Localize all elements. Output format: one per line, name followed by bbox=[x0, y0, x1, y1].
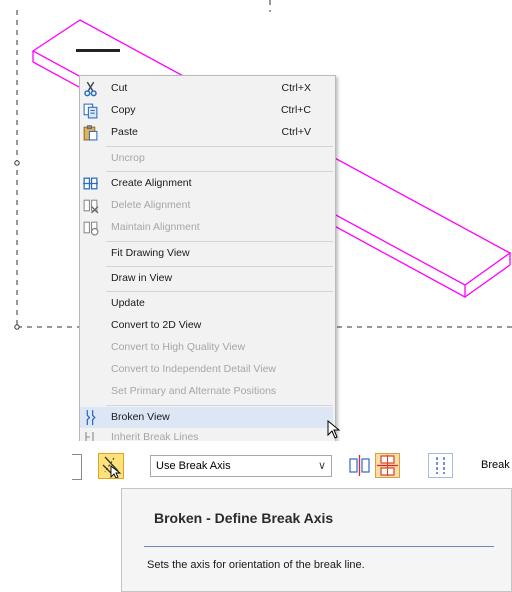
value-field-edge[interactable] bbox=[72, 454, 82, 480]
menu-item-label: Update bbox=[111, 297, 145, 309]
menu-item-update[interactable]: Update bbox=[80, 293, 333, 314]
tooltip-divider bbox=[144, 546, 494, 547]
menu-item-label: Maintain Alignment bbox=[111, 221, 200, 233]
menu-item-label: Convert to High Quality View bbox=[111, 341, 246, 353]
menu-item-shortcut: Ctrl+C bbox=[280, 104, 311, 116]
menu-item-paste[interactable]: Paste Ctrl+V bbox=[80, 122, 333, 143]
menu-separator bbox=[106, 241, 333, 242]
menu-item-label: Uncrop bbox=[111, 152, 145, 164]
break-lines-button[interactable] bbox=[428, 453, 453, 478]
toolbar-underline bbox=[76, 49, 120, 52]
menu-item-label: Cut bbox=[111, 82, 128, 94]
tooltip-title: Broken - Define Break Axis bbox=[154, 510, 334, 526]
context-menu: Cut Ctrl+X Copy Ctrl+C Paste Ctrl+V Uncr… bbox=[79, 75, 336, 443]
break-axis-icon bbox=[102, 456, 122, 479]
menu-item-label: Copy bbox=[111, 104, 136, 116]
menu-item-label: Paste bbox=[111, 126, 138, 138]
horizontal-break-icon bbox=[377, 455, 398, 476]
menu-item-convert-independent-detail[interactable]: Convert to Independent Detail View bbox=[80, 359, 333, 380]
dashed-lines-icon bbox=[436, 457, 445, 474]
menu-separator bbox=[106, 405, 333, 406]
tooltip: Broken - Define Break Axis Sets the axis… bbox=[121, 488, 512, 592]
menu-item-label: Broken View bbox=[111, 411, 170, 423]
menu-separator bbox=[106, 171, 333, 172]
menu-item-shortcut: Ctrl+X bbox=[281, 82, 311, 94]
menu-item-uncrop[interactable]: Uncrop bbox=[80, 148, 333, 169]
menu-item-copy[interactable]: Copy Ctrl+C bbox=[80, 100, 333, 121]
view-handle-top[interactable] bbox=[14, 160, 20, 166]
break-horizontal-button[interactable] bbox=[375, 453, 400, 478]
view-handle-corner[interactable] bbox=[14, 324, 20, 330]
menu-item-delete-alignment[interactable]: Delete Alignment bbox=[80, 195, 333, 216]
define-break-axis-button[interactable] bbox=[98, 453, 124, 479]
menu-item-fit-drawing-view[interactable]: Fit Drawing View bbox=[80, 243, 333, 264]
menu-separator bbox=[106, 266, 333, 267]
chevron-down-icon: ∨ bbox=[317, 460, 326, 472]
break-vertical-button[interactable] bbox=[347, 453, 372, 478]
create-alignment-icon bbox=[83, 177, 98, 190]
vertical-break-icon bbox=[349, 455, 370, 476]
tooltip-description: Sets the axis for orientation of the bre… bbox=[147, 559, 365, 571]
delete-alignment-icon bbox=[83, 199, 99, 214]
menu-item-create-alignment[interactable]: Create Alignment bbox=[80, 173, 333, 194]
broken-view-icon bbox=[86, 410, 96, 425]
menu-item-label: Delete Alignment bbox=[111, 199, 191, 211]
menu-separator bbox=[106, 146, 333, 147]
menu-item-shortcut: Ctrl+V bbox=[281, 126, 311, 138]
break-label: Break bbox=[481, 459, 510, 471]
menu-item-cut[interactable]: Cut Ctrl+X bbox=[80, 78, 333, 99]
menu-item-label: Convert to Independent Detail View bbox=[111, 363, 276, 375]
menu-item-label: Convert to 2D View bbox=[111, 319, 202, 331]
command-toolbar: Use Break Axis ∨ Break bbox=[0, 441, 512, 489]
paste-icon bbox=[83, 125, 98, 141]
copy-icon bbox=[83, 103, 98, 119]
menu-item-convert-high-quality[interactable]: Convert to High Quality View bbox=[80, 337, 333, 358]
break-axis-select[interactable]: Use Break Axis ∨ bbox=[150, 455, 332, 477]
menu-item-label: Create Alignment bbox=[111, 177, 192, 189]
menu-item-set-primary-alternate[interactable]: Set Primary and Alternate Positions bbox=[80, 381, 333, 402]
menu-item-draw-in-view[interactable]: Draw in View bbox=[80, 268, 333, 289]
menu-item-label: Set Primary and Alternate Positions bbox=[111, 385, 277, 397]
mouse-cursor-icon bbox=[327, 420, 341, 439]
menu-item-maintain-alignment[interactable]: Maintain Alignment bbox=[80, 217, 333, 238]
scissors-icon bbox=[84, 81, 97, 97]
maintain-alignment-icon bbox=[83, 221, 99, 236]
menu-item-label: Fit Drawing View bbox=[111, 247, 190, 259]
menu-item-label: Draw in View bbox=[111, 272, 173, 284]
menu-item-convert-2d[interactable]: Convert to 2D View bbox=[80, 315, 333, 336]
break-axis-select-value: Use Break Axis bbox=[156, 460, 231, 472]
menu-separator bbox=[106, 291, 333, 292]
menu-item-broken-view[interactable]: Broken View bbox=[80, 407, 333, 428]
